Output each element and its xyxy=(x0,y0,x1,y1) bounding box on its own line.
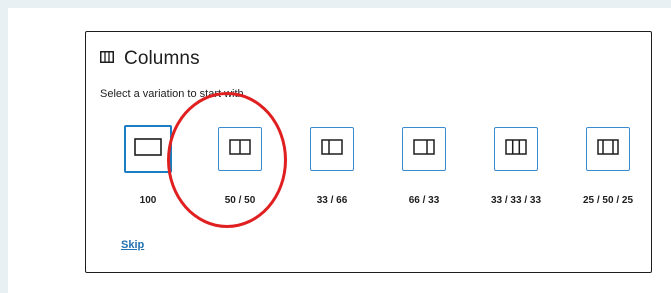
variation-50-50[interactable]: 50 / 50 xyxy=(194,127,286,206)
placeholder-header: Columns xyxy=(100,46,200,72)
placeholder-title: Columns xyxy=(124,48,200,69)
three-columns-icon xyxy=(505,138,527,160)
variation-tile[interactable] xyxy=(586,127,630,171)
variation-picker: 100 50 / 50 33 / 66 66 / 33 33 / 33 / 33… xyxy=(102,125,654,206)
variation-66-33[interactable]: 66 / 33 xyxy=(378,127,470,206)
single-column-icon xyxy=(134,137,162,161)
columns-icon xyxy=(100,50,114,68)
columns-block-placeholder: Columns Select a variation to start with… xyxy=(85,31,652,273)
variation-tile[interactable] xyxy=(494,127,538,171)
skip-link[interactable]: Skip xyxy=(121,239,144,251)
two-columns-icon xyxy=(229,138,251,160)
variation-tile[interactable] xyxy=(124,125,172,173)
three-columns-wide-center-icon xyxy=(597,138,619,160)
variation-tile[interactable] xyxy=(402,127,446,171)
variation-label: 33 / 66 xyxy=(316,195,348,206)
variation-100[interactable]: 100 xyxy=(102,125,194,206)
variation-33-33-33[interactable]: 33 / 33 / 33 xyxy=(470,127,562,206)
variation-tile[interactable] xyxy=(218,127,262,171)
placeholder-instructions: Select a variation to start with. xyxy=(100,88,247,100)
variation-33-66[interactable]: 33 / 66 xyxy=(286,127,378,206)
two-columns-right-narrow-icon xyxy=(413,138,435,160)
variation-label: 25 / 50 / 25 xyxy=(582,195,634,206)
two-columns-left-narrow-icon xyxy=(321,138,343,160)
variation-tile[interactable] xyxy=(310,127,354,171)
variation-25-50-25[interactable]: 25 / 50 / 25 xyxy=(562,127,654,206)
variation-label: 50 / 50 xyxy=(224,195,256,206)
variation-label: 66 / 33 xyxy=(408,195,440,206)
variation-label: 33 / 33 / 33 xyxy=(490,195,542,206)
variation-label: 100 xyxy=(139,195,157,206)
